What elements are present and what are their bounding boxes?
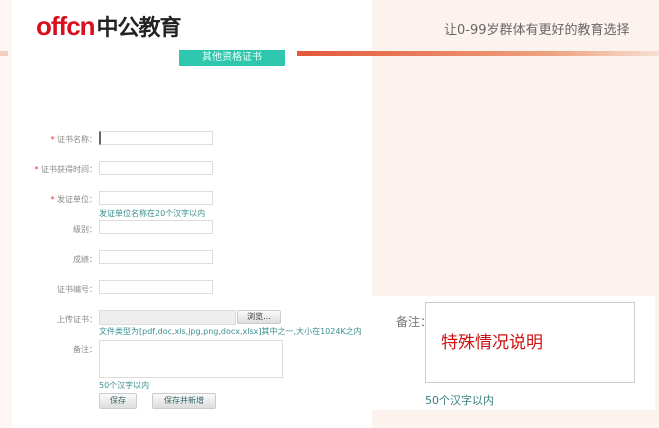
section-title: 其他资格证书 [179,50,285,66]
level-label: 级别： [73,225,97,234]
cert-date-input[interactable] [99,161,213,175]
left-background [0,0,12,428]
upload-file-field[interactable] [99,310,236,325]
upload-hint: 文件类型为[pdf,doc,xls,jpg,png,docx,xlsx]其中之一… [99,327,362,336]
header-divider [297,51,659,56]
cert-name-input[interactable] [99,131,213,145]
cert-date-label: * 证书获得时间： [34,165,97,174]
score-label: 成绩： [73,255,97,264]
remark-label: 备注： [73,345,97,354]
remark-textarea[interactable] [99,340,283,378]
browse-button[interactable]: 浏览... [237,310,281,324]
cert-number-input[interactable] [99,280,213,294]
header-divider-left [0,51,8,56]
slogan: 让0-99岁群体有更好的教育选择 [444,23,630,38]
issuer-hint: 发证单位名称在20个汉字以内 [99,209,206,218]
save-and-new-button[interactable]: 保存并新增 [152,393,216,409]
callout-annotation: 特殊情况说明 [441,333,543,353]
issuer-label: * 发证单位： [50,195,97,204]
callout-hint: 50个汉字以内 [425,394,494,407]
cert-name-label: * 证书名称： [50,135,97,144]
upload-label: 上传证书： [57,315,97,324]
level-input[interactable] [99,220,213,234]
remark-hint: 50个汉字以内 [99,381,150,390]
offcn-logo: offcn中公教育 [36,11,182,41]
save-button[interactable]: 保存 [99,393,137,409]
score-input[interactable] [99,250,213,264]
cert-number-label: 证书编号： [57,285,97,294]
issuer-input[interactable] [99,191,213,205]
